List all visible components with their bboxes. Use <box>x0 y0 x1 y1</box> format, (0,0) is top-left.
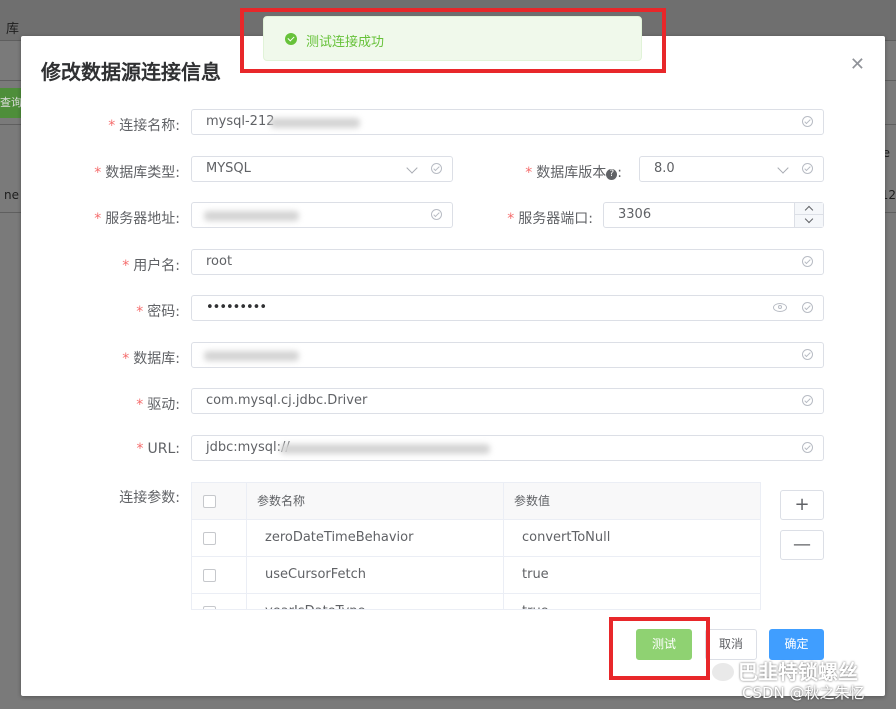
check-circle-icon <box>431 163 442 174</box>
name-label: * 连接名称: <box>108 118 180 134</box>
select-all-checkbox[interactable] <box>203 495 216 508</box>
username-input[interactable]: root <box>191 249 824 275</box>
check-circle-icon <box>802 256 813 267</box>
watermark: 巴韭特锁螺丝 <box>712 656 858 685</box>
wechat-icon <box>712 663 734 681</box>
param-name: useCursorFetch <box>247 557 504 594</box>
password-input[interactable]: ••••••••• <box>191 295 824 321</box>
port-label: * 服务器端口: <box>507 211 593 227</box>
database-input[interactable] <box>191 342 824 368</box>
table-row[interactable]: zeroDateTimeBehavior convertToNull <box>192 520 760 557</box>
host-input[interactable] <box>191 202 453 228</box>
connection-name-input[interactable]: mysql-212 <box>191 109 824 135</box>
success-toast: 测试连接成功 <box>263 16 642 61</box>
remove-param-button[interactable]: — <box>780 530 824 560</box>
edit-datasource-dialog: 修改数据源连接信息 ✕ * 连接名称: mysql-212 * 数据库类型: MYS… <box>21 36 885 696</box>
decrement-icon[interactable] <box>795 215 823 227</box>
check-circle-icon <box>285 33 297 45</box>
close-icon[interactable]: ✕ <box>850 54 865 75</box>
eye-icon[interactable] <box>773 303 787 312</box>
increment-icon[interactable] <box>795 203 823 215</box>
background-tab: 库 <box>6 22 20 37</box>
username-label: * 用户名: <box>122 258 180 274</box>
check-circle-icon <box>431 209 442 220</box>
toast-message: 测试连接成功 <box>306 35 385 50</box>
background-text: ne <box>4 188 19 202</box>
port-stepper[interactable] <box>794 203 823 227</box>
watermark-csdn: CSDN @秋之朱忆 <box>742 684 865 702</box>
db-type-label: * 数据库类型: <box>94 165 180 181</box>
param-name: yearIsDateType <box>247 594 504 609</box>
background-query-button: 查询 <box>0 88 22 118</box>
database-label: * 数据库: <box>122 351 180 367</box>
param-value: true <box>504 594 760 609</box>
check-circle-icon <box>802 302 813 313</box>
db-version-select[interactable]: 8.0 <box>639 156 824 182</box>
table-row[interactable]: useCursorFetch true <box>192 557 760 594</box>
row-checkbox[interactable] <box>203 606 216 609</box>
port-input[interactable]: 3306 <box>603 202 824 228</box>
driver-input[interactable]: com.mysql.cj.jdbc.Driver <box>191 388 824 414</box>
check-circle-icon <box>802 395 813 406</box>
check-circle-icon <box>802 442 813 453</box>
db-type-select[interactable]: MYSQL <box>191 156 453 182</box>
table-row[interactable]: yearIsDateType true <box>192 594 760 609</box>
table-header-row: 参数名称 参数值 <box>192 483 760 520</box>
db-version-label: * 数据库版本?: <box>525 165 622 181</box>
row-checkbox[interactable] <box>203 532 216 545</box>
url-label: * URL: <box>136 441 181 457</box>
chevron-down-icon <box>777 162 789 174</box>
row-checkbox[interactable] <box>203 569 216 582</box>
column-header: 参数名称 <box>247 483 504 520</box>
highlight-box <box>609 617 710 680</box>
driver-label: * 驱动: <box>136 397 180 413</box>
check-circle-icon <box>802 116 813 127</box>
params-table: 参数名称 参数值 zeroDateTimeBehavior convertToN… <box>191 482 761 610</box>
password-label: * 密码: <box>136 304 180 320</box>
column-header: 参数值 <box>514 494 551 508</box>
host-label: * 服务器地址: <box>94 211 180 227</box>
add-param-button[interactable]: + <box>780 490 824 520</box>
check-circle-icon <box>802 163 813 174</box>
chevron-down-icon <box>406 162 418 174</box>
check-circle-icon <box>802 349 813 360</box>
params-label: 连接参数: <box>119 490 180 506</box>
param-value: convertToNull <box>522 530 611 545</box>
help-icon[interactable]: ? <box>606 169 618 180</box>
param-name: zeroDateTimeBehavior <box>247 520 504 557</box>
param-value: true <box>522 567 549 582</box>
url-input[interactable]: jdbc:mysql:// <box>191 435 824 461</box>
dialog-title: 修改数据源连接信息 <box>41 60 221 84</box>
